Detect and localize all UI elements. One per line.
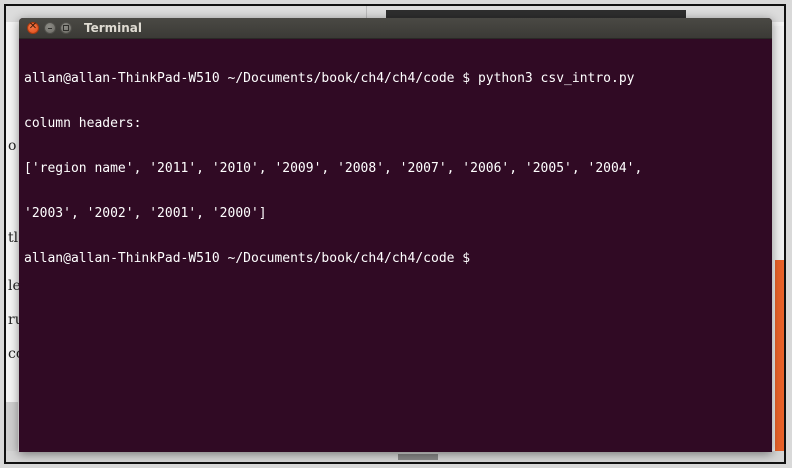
minimize-icon	[48, 28, 52, 29]
terminal-line-command: allan@allan-ThinkPad-W510 ~/Documents/bo…	[24, 71, 635, 86]
minimize-button[interactable]	[44, 22, 56, 34]
terminal-line-output: '2003', '2002', '2001', '2000']	[24, 206, 267, 221]
screenshot-frame: o tl le ru cc ✕ Terminal allan@allan-Thi…	[4, 4, 786, 464]
background-scrollbar-thumb[interactable]	[775, 260, 784, 462]
background-text-fragment: tl	[8, 230, 19, 246]
terminal-line-prompt[interactable]: allan@allan-ThinkPad-W510 ~/Documents/bo…	[24, 251, 769, 266]
background-status-item	[398, 454, 438, 460]
terminal-line-output: ['region name', '2011', '2010', '2009', …	[24, 161, 643, 176]
terminal-output[interactable]: allan@allan-ThinkPad-W510 ~/Documents/bo…	[24, 41, 769, 296]
close-button[interactable]: ✕	[27, 21, 39, 34]
close-icon: ✕	[28, 21, 38, 32]
background-status-bar	[6, 451, 784, 462]
maximize-icon	[63, 25, 69, 31]
maximize-button[interactable]	[60, 22, 72, 34]
terminal-cursor	[478, 251, 485, 264]
window-title: Terminal	[84, 21, 143, 35]
terminal-line-output: column headers:	[24, 116, 142, 131]
background-text-fragment: o	[8, 138, 17, 154]
terminal-prompt-text: allan@allan-ThinkPad-W510 ~/Documents/bo…	[24, 251, 478, 266]
terminal-window[interactable]: ✕ Terminal allan@allan-ThinkPad-W510 ~/D…	[19, 18, 772, 452]
terminal-titlebar[interactable]: ✕ Terminal	[19, 18, 772, 39]
